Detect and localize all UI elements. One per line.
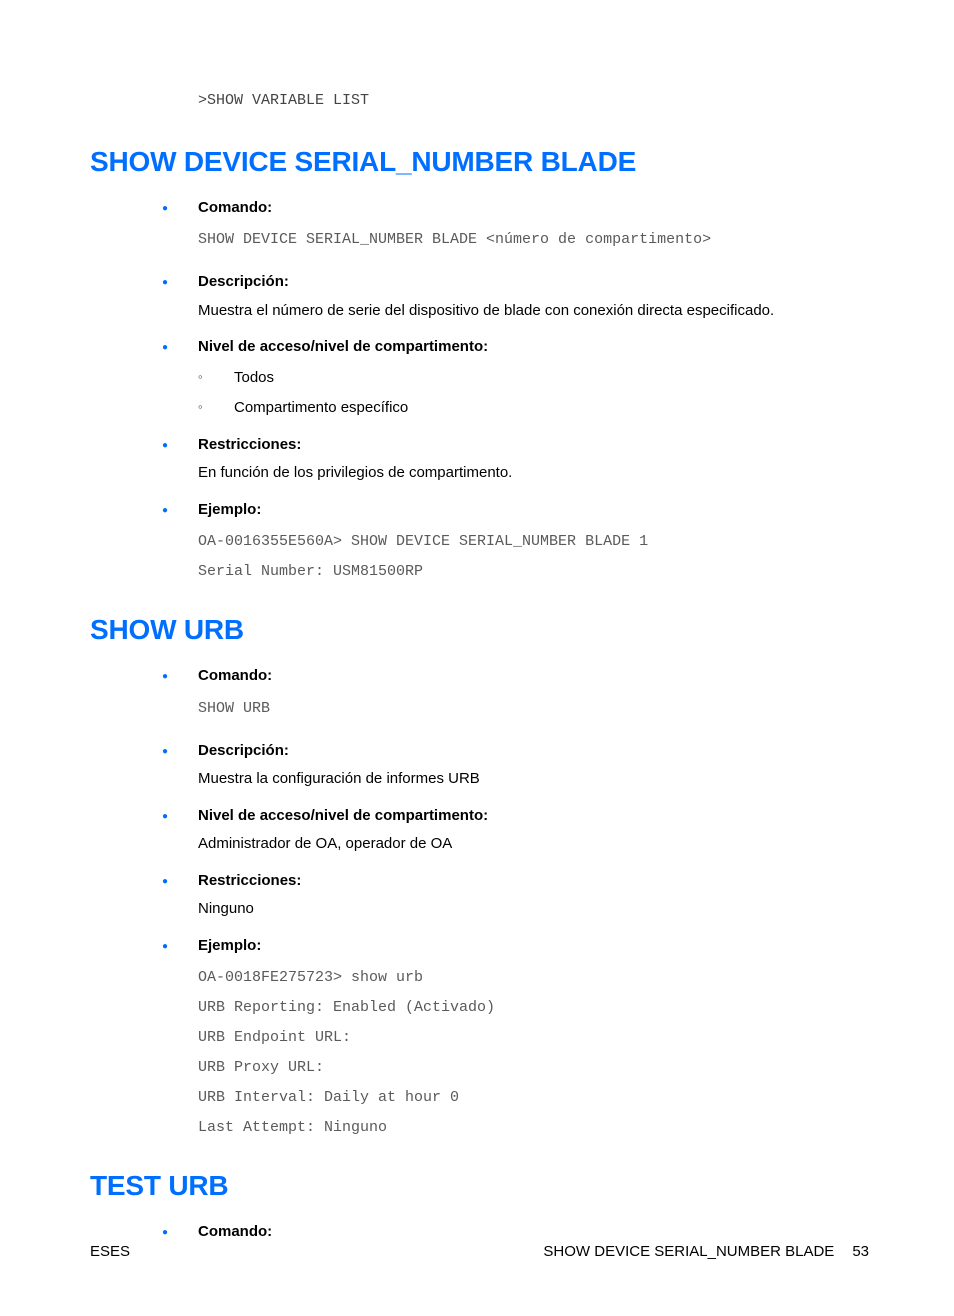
bullet-list: Comando: SHOW DEVICE SERIAL_NUMBER BLADE…: [162, 197, 869, 588]
bullet-label: Descripción:: [198, 740, 869, 763]
bullet-label: Descripción:: [198, 271, 869, 294]
body-text: Administrador de OA, operador de OA: [198, 833, 869, 856]
bullet-item: Descripción: Muestra el número de serie …: [162, 271, 869, 322]
bullet-item: Restricciones: En función de los privile…: [162, 434, 869, 485]
bullet-item: Descripción: Muestra la configuración de…: [162, 740, 869, 791]
sub-bullet-list: Todos Compartimento específico: [198, 367, 869, 420]
bullet-item: Restricciones: Ninguno: [162, 870, 869, 921]
code-block: OA-0016355E560A> SHOW DEVICE SERIAL_NUMB…: [198, 527, 869, 587]
bullet-label: Restricciones:: [198, 434, 869, 457]
bullet-label: Comando:: [198, 197, 869, 220]
bullet-label: Nivel de acceso/nivel de compartimento:: [198, 805, 869, 828]
footer-left: ESES: [90, 1241, 130, 1264]
bullet-label: Nivel de acceso/nivel de compartimento:: [198, 336, 869, 359]
body-text: En función de los privilegios de compart…: [198, 462, 869, 485]
bullet-label: Comando:: [198, 665, 869, 688]
heading-test-urb: TEST URB: [90, 1165, 869, 1207]
bullet-item: Ejemplo: OA-0018FE275723> show urb URB R…: [162, 935, 869, 1144]
heading-show-urb: SHOW URB: [90, 609, 869, 651]
body-text: Muestra la configuración de informes URB: [198, 768, 869, 791]
footer-page-number: 53: [852, 1241, 869, 1264]
code-block: SHOW DEVICE SERIAL_NUMBER BLADE <número …: [198, 225, 869, 255]
code-block: SHOW URB: [198, 694, 869, 724]
bullet-label: Ejemplo:: [198, 935, 869, 958]
footer-right: SHOW DEVICE SERIAL_NUMBER BLADE 53: [543, 1241, 869, 1264]
bullet-item: Nivel de acceso/nivel de compartimento: …: [162, 805, 869, 856]
document-page: >SHOW VARIABLE LIST SHOW DEVICE SERIAL_N…: [0, 0, 954, 1316]
footer-section-name: SHOW DEVICE SERIAL_NUMBER BLADE: [543, 1241, 834, 1264]
body-text: Ninguno: [198, 898, 869, 921]
bullet-label: Ejemplo:: [198, 499, 869, 522]
page-footer: ESES SHOW DEVICE SERIAL_NUMBER BLADE 53: [90, 1241, 869, 1264]
bullet-label: Restricciones:: [198, 870, 869, 893]
code-block: OA-0018FE275723> show urb URB Reporting:…: [198, 963, 869, 1143]
pre-code-top: >SHOW VARIABLE LIST: [198, 90, 869, 113]
bullet-list: Comando: SHOW URB Descripción: Muestra l…: [162, 665, 869, 1143]
bullet-item: Comando: SHOW DEVICE SERIAL_NUMBER BLADE…: [162, 197, 869, 256]
body-text: Muestra el número de serie del dispositi…: [198, 300, 869, 323]
heading-show-device-serial-number-blade: SHOW DEVICE SERIAL_NUMBER BLADE: [90, 141, 869, 183]
bullet-item: Comando: SHOW URB: [162, 665, 869, 724]
sub-bullet-item: Compartimento específico: [198, 397, 869, 420]
sub-bullet-item: Todos: [198, 367, 869, 390]
bullet-item: Nivel de acceso/nivel de compartimento: …: [162, 336, 869, 420]
bullet-item: Ejemplo: OA-0016355E560A> SHOW DEVICE SE…: [162, 499, 869, 588]
